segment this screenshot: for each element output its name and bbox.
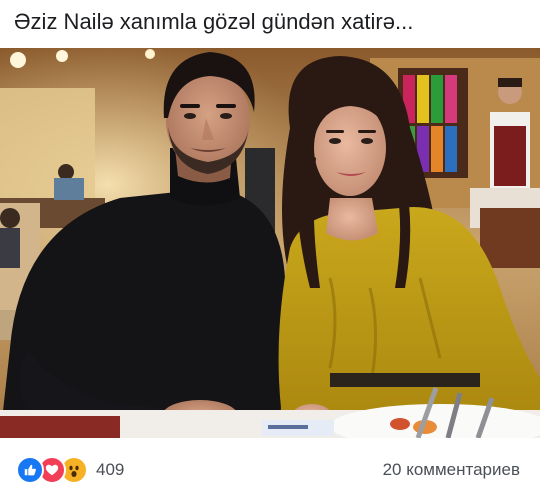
like-icon: [16, 456, 44, 484]
comments-link[interactable]: 20 комментариев: [383, 460, 520, 480]
post-photo[interactable]: [0, 48, 540, 438]
post-footer: 409 20 комментариев: [0, 438, 540, 503]
post-text: Əziz Nailə xanımla gözəl gündən xatirə..…: [14, 9, 414, 34]
reactions-summary[interactable]: 409: [16, 456, 125, 484]
reaction-count: 409: [96, 460, 125, 479]
